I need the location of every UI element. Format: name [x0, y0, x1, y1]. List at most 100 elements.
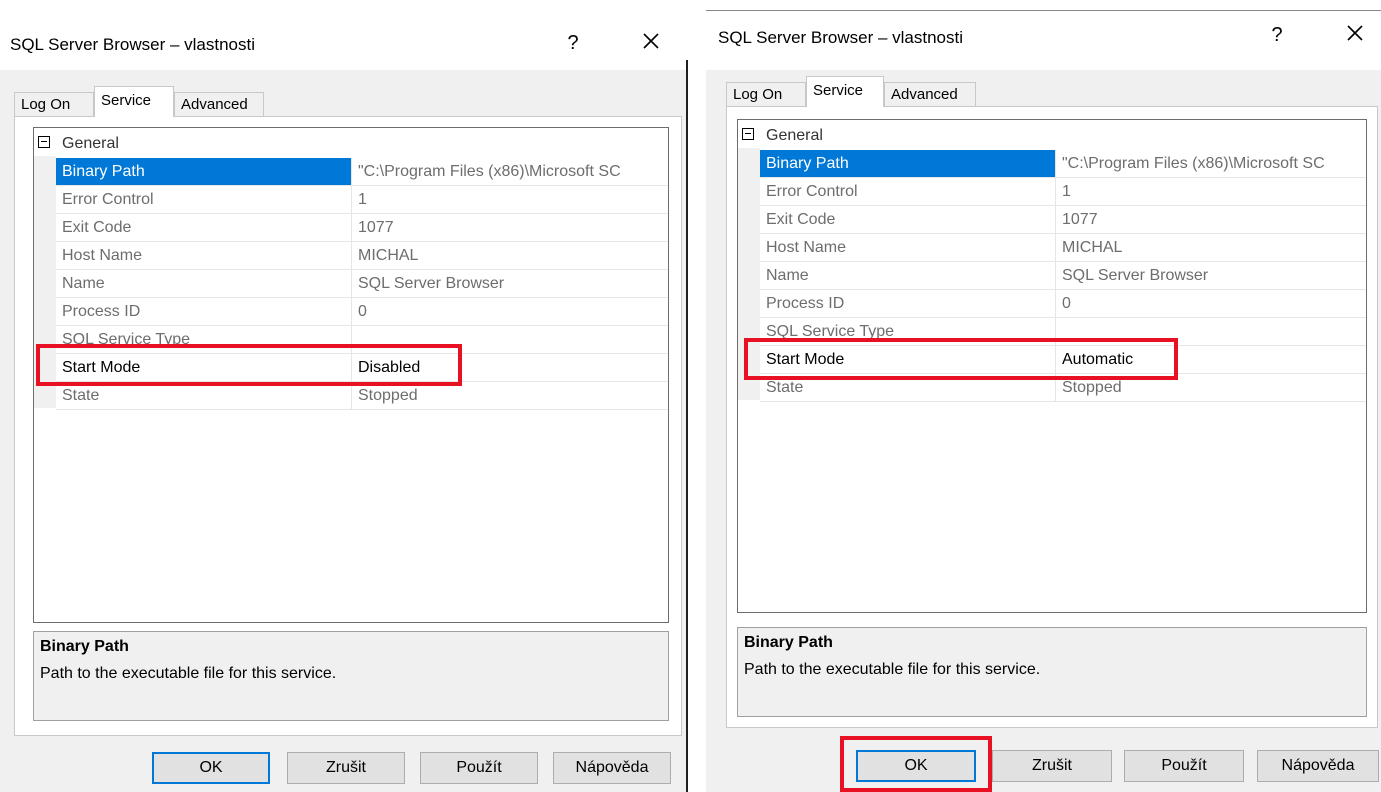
category-label: General [62, 135, 119, 152]
category-general[interactable]: General [34, 130, 668, 158]
dialog-title: SQL Server Browser – vlastnosti [10, 35, 256, 54]
property-name: SQL Service Type [760, 318, 1056, 345]
property-row[interactable]: Error Control 1 [56, 186, 668, 214]
property-value: MICHAL [1062, 239, 1123, 256]
property-row-start-mode[interactable]: Start Mode Automatic [760, 346, 1366, 374]
property-grid[interactable]: General Binary Path "C:\Program Files (x… [737, 119, 1367, 613]
property-name: Process ID [760, 290, 1056, 317]
property-value [352, 326, 668, 353]
gutter-rows [34, 156, 56, 408]
property-row[interactable]: Error Control 1 [760, 178, 1366, 206]
separator [688, 0, 706, 792]
property-name: Binary Path [56, 158, 352, 185]
left-dialog: SQL Server Browser – vlastnosti ? Log On… [0, 0, 688, 792]
property-row[interactable]: Process ID 0 [760, 290, 1366, 318]
ok-button[interactable]: OK [856, 750, 976, 782]
property-name: Start Mode [760, 346, 1056, 373]
property-row[interactable]: Process ID 0 [56, 298, 668, 326]
property-row[interactable]: State Stopped [56, 382, 668, 410]
tab-service[interactable]: Service [94, 86, 174, 117]
property-name: Host Name [760, 234, 1056, 261]
tab-panel: General Binary Path "C:\Program Files (x… [726, 106, 1378, 728]
help-dialog-button[interactable]: Nápověda [1257, 750, 1379, 782]
gutter-rows [738, 148, 760, 400]
property-row[interactable]: SQL Service Type [56, 326, 668, 354]
property-name: Exit Code [760, 206, 1056, 233]
property-row[interactable]: Host Name MICHAL [56, 242, 668, 270]
description-title: Binary Path [744, 634, 833, 651]
property-row[interactable]: Name SQL Server Browser [56, 270, 668, 298]
tab-advanced[interactable]: Advanced [174, 92, 264, 116]
collapse-icon[interactable] [742, 128, 754, 140]
property-value: 0 [358, 303, 367, 320]
property-value: 1077 [1062, 211, 1098, 228]
property-row[interactable]: Exit Code 1077 [56, 214, 668, 242]
property-value: Stopped [358, 387, 418, 404]
property-value: 1 [358, 191, 367, 208]
help-dialog-button[interactable]: Nápověda [553, 752, 671, 784]
tab-service[interactable]: Service [806, 76, 884, 107]
property-row[interactable]: SQL Service Type [760, 318, 1366, 346]
property-grid[interactable]: General Binary Path "C:\Program Files (x… [33, 127, 669, 623]
property-value: "C:\Program Files (x86)\Microsoft SC [358, 163, 621, 180]
property-name: State [56, 382, 352, 409]
tab-strip: Log On Service Advanced [726, 76, 1026, 107]
start-mode-value[interactable]: Automatic [1056, 346, 1366, 373]
help-button[interactable]: ? [558, 28, 588, 58]
description-panel: Binary Path Path to the executable file … [33, 631, 669, 721]
property-name: Name [760, 262, 1056, 289]
property-row-start-mode[interactable]: Start Mode Disabled [56, 354, 668, 382]
property-name: Host Name [56, 242, 352, 269]
category-label: General [766, 127, 823, 144]
separator-line [686, 60, 688, 792]
close-icon[interactable] [634, 28, 668, 58]
property-name: Binary Path [760, 150, 1056, 177]
description-text: Path to the executable file for this ser… [744, 661, 1041, 678]
start-mode-value[interactable]: Disabled [352, 354, 668, 381]
property-row[interactable]: Binary Path "C:\Program Files (x86)\Micr… [760, 150, 1366, 178]
description-title: Binary Path [40, 638, 129, 655]
tab-strip: Log On Service Advanced [14, 86, 314, 117]
tab-log-on[interactable]: Log On [14, 92, 94, 116]
right-dialog: SQL Server Browser – vlastnosti ? Log On… [706, 0, 1381, 792]
property-value: Stopped [1062, 379, 1122, 396]
property-value: 1 [1062, 183, 1071, 200]
property-row[interactable]: State Stopped [760, 374, 1366, 402]
property-name: SQL Service Type [56, 326, 352, 353]
category-general[interactable]: General [738, 122, 1366, 150]
ok-button[interactable]: OK [152, 752, 270, 784]
property-row[interactable]: Binary Path "C:\Program Files (x86)\Micr… [56, 158, 668, 186]
property-name: Name [56, 270, 352, 297]
property-value: SQL Server Browser [358, 275, 505, 292]
cancel-button[interactable]: Zrušit [992, 750, 1112, 782]
title-bar: SQL Server Browser – vlastnosti ? [0, 0, 688, 70]
property-name: Error Control [56, 186, 352, 213]
tab-advanced[interactable]: Advanced [884, 82, 976, 106]
cancel-button[interactable]: Zrušit [287, 752, 405, 784]
property-value [1056, 318, 1366, 345]
top-border [706, 10, 1381, 11]
property-name: Process ID [56, 298, 352, 325]
property-name: Start Mode [56, 354, 352, 381]
property-name: State [760, 374, 1056, 401]
property-value: 1077 [358, 219, 394, 236]
property-value: "C:\Program Files (x86)\Microsoft SC [1062, 155, 1325, 172]
description-text: Path to the executable file for this ser… [40, 665, 337, 682]
apply-button[interactable]: Použít [420, 752, 538, 784]
property-row[interactable]: Exit Code 1077 [760, 206, 1366, 234]
dialog-title: SQL Server Browser – vlastnosti [718, 28, 964, 47]
property-value: 0 [1062, 295, 1071, 312]
tab-log-on[interactable]: Log On [726, 82, 806, 106]
property-value: MICHAL [358, 247, 419, 264]
description-panel: Binary Path Path to the executable file … [737, 627, 1367, 717]
property-row[interactable]: Host Name MICHAL [760, 234, 1366, 262]
property-name: Error Control [760, 178, 1056, 205]
close-icon[interactable] [1338, 20, 1372, 50]
collapse-icon[interactable] [38, 136, 50, 148]
property-name: Exit Code [56, 214, 352, 241]
tab-panel: General Binary Path "C:\Program Files (x… [14, 116, 682, 736]
apply-button[interactable]: Použít [1124, 750, 1244, 782]
property-row[interactable]: Name SQL Server Browser [760, 262, 1366, 290]
help-button[interactable]: ? [1262, 20, 1292, 50]
property-value: SQL Server Browser [1062, 267, 1209, 284]
